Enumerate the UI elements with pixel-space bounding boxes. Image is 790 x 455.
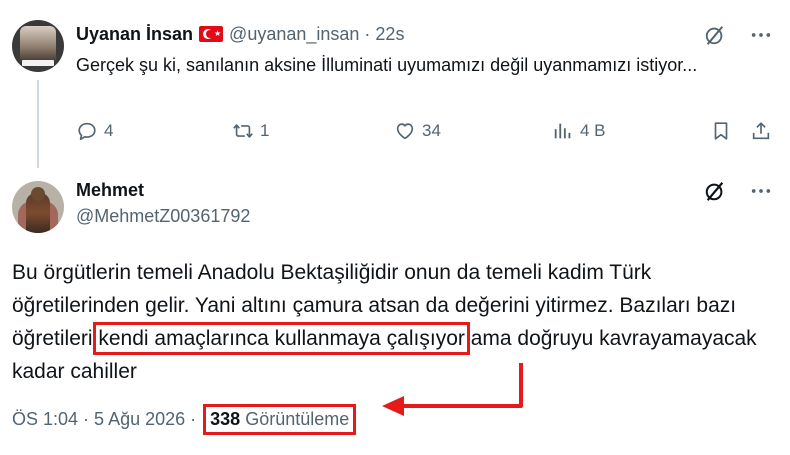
tweet1-action-bar: 4 1 34 4 B [76, 120, 776, 148]
tweet1-handle[interactable]: @uyanan_insan [229, 24, 359, 45]
heart-icon [396, 123, 414, 140]
thread-connector-line [37, 80, 39, 168]
views-highlight-box[interactable]: 338 Görüntüleme [203, 404, 357, 435]
tweet2-display-name[interactable]: Mehmet [76, 180, 144, 201]
tweet1-header: Uyanan İnsan ★ @uyanan_insan · 22s [76, 22, 404, 46]
more-options-icon[interactable] [750, 24, 772, 46]
repost-count: 1 [260, 121, 270, 140]
tweet2-meta: ÖS 1:04 · 5 Ağu 2026 · 338 Görüntüleme [12, 404, 357, 435]
view-label: Görüntüleme [245, 409, 350, 429]
share-icon [752, 122, 770, 140]
reply-count: 4 [104, 121, 114, 140]
separator: · [190, 409, 197, 429]
tweet1-time[interactable]: 22s [375, 24, 404, 45]
avatar-figure-head [31, 187, 45, 201]
share-button[interactable] [750, 120, 778, 142]
tweet2-handle[interactable]: @MehmetZ00361792 [76, 206, 250, 227]
turkey-flag-icon: ★ [199, 26, 224, 42]
tweet1-top-actions [704, 24, 772, 46]
separator: · [83, 409, 90, 429]
bookmark-button[interactable] [710, 120, 738, 142]
view-count: 338 [210, 409, 241, 429]
repost-icon [233, 124, 253, 138]
tweet2-top-actions [704, 180, 772, 202]
tweet1-text: Gerçek şu ki, sanılanın aksine İlluminat… [76, 55, 698, 75]
grok-icon[interactable] [704, 24, 726, 46]
views-button[interactable]: 4 B [552, 120, 606, 142]
tweet1-display-name[interactable]: Uyanan İnsan [76, 24, 193, 45]
more-options-icon[interactable] [750, 180, 772, 202]
avatar-caption [22, 60, 54, 66]
separator: · [364, 23, 371, 44]
like-count: 34 [422, 121, 441, 140]
reply-icon [78, 122, 96, 141]
annotation-arrow [382, 363, 523, 416]
like-button[interactable]: 34 [394, 120, 441, 142]
repost-button[interactable]: 1 [232, 120, 269, 142]
bookmark-icon [714, 122, 728, 140]
avatar-mehmet[interactable] [12, 181, 64, 233]
views-count: 4 B [580, 121, 606, 140]
highlighted-phrase: kendi amaçlarınca kullanmaya çalışıyor [93, 322, 470, 355]
analytics-icon [554, 123, 571, 139]
avatar-uyanan-insan[interactable] [12, 20, 64, 72]
tweet2-date[interactable]: 5 Ağu 2026 [94, 409, 185, 430]
tweet2-time[interactable]: ÖS 1:04 [12, 409, 78, 430]
grok-icon[interactable] [704, 180, 726, 202]
reply-button[interactable]: 4 [76, 120, 113, 142]
